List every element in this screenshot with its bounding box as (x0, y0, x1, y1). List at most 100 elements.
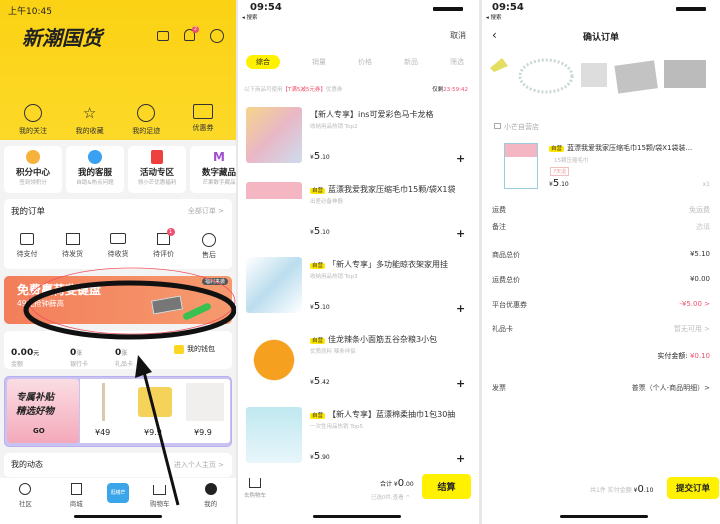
home-indicator (560, 515, 648, 518)
page-title: 确认订单 (582, 33, 619, 43)
profile-screen: 上午10:45 新潮国货 2 我的关注 ☆ 我的收藏 我的足迹 优惠券 积分中心签… (0, 0, 236, 524)
summary-row: 运费 免运费 (492, 205, 710, 215)
back-to-search[interactable]: ◂ 搜索 (242, 13, 258, 21)
invoice-label: 发票 (492, 384, 506, 392)
product-price: ¥5.10 (549, 178, 569, 189)
arrow-annotation (141, 367, 180, 506)
battery-icon (433, 7, 463, 11)
summary-row: 运费总价 ¥0.00 (492, 275, 710, 285)
product-item[interactable]: 自营 蓝漂我爱我家压缩毛巾15颗/袋X1袋 出差必备神器 ¥5.10 + (238, 180, 478, 252)
product-subtitle: 出差必备神器 (310, 199, 344, 205)
row-label: 备注 (492, 223, 506, 231)
home-indicator (313, 515, 401, 518)
row-label: 平台优惠券 (492, 301, 527, 309)
go-to-cart[interactable]: 去购物车 (244, 478, 266, 499)
product-list-screen: 09:54 ◂ 搜索 取消 综合 销量 价格 新品 筛选 以下商品可使用【T满5… (238, 0, 478, 524)
self-operated-tag: 自营 (310, 188, 326, 194)
row-label: 商品总价 (492, 251, 520, 259)
product-image (246, 107, 302, 163)
self-operated-tag: 自营 (310, 413, 326, 419)
product-item[interactable]: 【新人专享】ins可爱彩色马卡龙格 收纳用品热销 Top2 ¥5.10 + (238, 105, 478, 177)
filter-new[interactable]: 新品 (404, 57, 418, 67)
add-to-cart-icon[interactable]: + (456, 302, 465, 315)
product-price: ¥5.10 (310, 151, 330, 162)
price-dec: .10 (320, 229, 330, 236)
product-title-text: 【新人专享】蓝漂棉柔抽巾1包30抽 (328, 410, 456, 419)
arrow-head (135, 355, 152, 378)
coupon-name: 【T满5减5元券】 (282, 87, 326, 93)
confirm-order-screen: 09:54 ◂ 搜索 ‹ 确认订单 小芒自营店 自营 蓝漂我爱我家压缩毛巾15颗/… (482, 0, 720, 524)
cart-icon (249, 478, 261, 488)
product-image (246, 407, 302, 463)
product-title-text: 佳龙辣条小面筋五谷杂粮3小包 (328, 335, 438, 344)
filter-price[interactable]: 价格 (358, 57, 372, 67)
self-operated-tag: 自营 (549, 146, 565, 152)
selected-count[interactable]: 已选0件,查看 ^ (371, 493, 410, 501)
countdown: 仅剩23:59:42 (432, 85, 468, 93)
row-value: -¥5.00 > (679, 300, 710, 308)
summary-row[interactable]: 平台优惠券 -¥5.00 > (492, 300, 710, 310)
add-to-cart-icon[interactable]: + (456, 377, 465, 390)
price-dec: .10 (320, 154, 330, 161)
store-label: 小芒自营店 (504, 123, 539, 131)
product-image (246, 257, 302, 313)
price-dec: .10 (320, 304, 330, 311)
paid-value: ¥0.10 (689, 352, 710, 360)
paid-amount: 实付金额: ¥0.10 (657, 351, 710, 361)
filter-more[interactable]: 筛选 (450, 57, 464, 67)
invoice-row[interactable]: 发票 普票（个人-商品明细）> (492, 383, 710, 393)
product-item[interactable]: 自营 【新人专享】蓝漂棉柔抽巾1包30抽 一次性用品热销 Top5 ¥5.90 + (238, 405, 478, 477)
total: 合计 ¥0.00 (380, 478, 414, 489)
filter-comprehensive[interactable]: 综合 (246, 55, 280, 69)
row-value: 免运费 (689, 206, 710, 214)
product-item[interactable]: 自营 佳龙辣条小面筋五谷杂粮3小包 优质原料 辣条伴侣 ¥5.42 + (238, 330, 478, 402)
status-time: 09:54 (250, 2, 282, 13)
checkout-button[interactable]: 结算 (422, 474, 471, 499)
return-policy-badge: 7天退 (550, 167, 570, 176)
product-title-text: 蓝漂我爱我家压缩毛巾15颗/袋X1袋装... (567, 144, 693, 152)
product-subtitle: 优质原料 辣条伴侣 (310, 349, 356, 355)
product-price: ¥5.90 (310, 451, 330, 462)
product-subtitle: 收纳用品热销 Top2 (310, 124, 358, 130)
product-title: 自营 「新人专享」多功能晾衣架家用挂 (310, 259, 448, 270)
row-value: 选填 (696, 223, 710, 231)
store-name[interactable]: 小芒自营店 (494, 122, 539, 132)
product-image (246, 332, 302, 388)
product-title-text: 蓝漂我爱我家压缩毛巾15颗/袋X1袋 (328, 185, 456, 194)
add-to-cart-icon[interactable]: + (456, 227, 465, 240)
product-price: ¥5.10 (310, 226, 330, 237)
price-dec: .90 (320, 454, 330, 461)
cancel-button[interactable]: 取消 (450, 30, 466, 41)
paid-label: 实付金额: (657, 352, 688, 360)
row-label: 运费 (492, 206, 506, 214)
summary-row[interactable]: 礼品卡 暂无可用 > (492, 324, 710, 334)
row-label: 运费总价 (492, 276, 520, 284)
coupon-prefix: 以下商品可使用 (244, 87, 283, 93)
submit-order-button[interactable]: 提交订单 (667, 477, 719, 499)
price-dec: .42 (320, 379, 330, 386)
product-image (246, 182, 302, 238)
status-time: 09:54 (492, 2, 524, 13)
product-price: ¥5.10 (310, 301, 330, 312)
bottom-dec: .10 (643, 487, 654, 494)
product-item[interactable]: 自营 「新人专享」多功能晾衣架家用挂 收纳用品热销 Top3 ¥5.10 + (238, 255, 478, 327)
coupon-notice: 以下商品可使用【T满5减5元券】优惠券 (244, 85, 342, 93)
filter-sales[interactable]: 销量 (312, 57, 326, 67)
product-title-text: 【新人专享】ins可爱彩色马卡龙格 (310, 110, 434, 119)
add-to-cart-icon[interactable]: + (456, 152, 465, 165)
add-to-cart-icon[interactable]: + (456, 452, 465, 465)
row-value: ¥0.00 (689, 275, 710, 283)
product-image (504, 143, 538, 189)
price-dec: .10 (559, 181, 569, 188)
total-dec: .00 (404, 481, 414, 488)
red-ellipse-annotation (28, 267, 236, 335)
summary-row: 商品总价 ¥5.10 (492, 250, 710, 260)
back-to-search[interactable]: ◂ 搜索 (486, 13, 502, 21)
order-product-title: 自营 蓝漂我爱我家压缩毛巾15颗/袋X1袋装... (549, 143, 692, 153)
self-operated-tag: 自营 (310, 338, 326, 344)
product-title: 【新人专享】ins可爱彩色马卡龙格 (310, 109, 433, 120)
product-title-text: 「新人专享」多功能晾衣架家用挂 (328, 260, 449, 269)
product-subtitle: 一次性用品热销 Top5 (310, 424, 364, 430)
row-label: 礼品卡 (492, 325, 513, 333)
filter-tabs: 综合 销量 价格 新品 筛选 (246, 55, 472, 69)
